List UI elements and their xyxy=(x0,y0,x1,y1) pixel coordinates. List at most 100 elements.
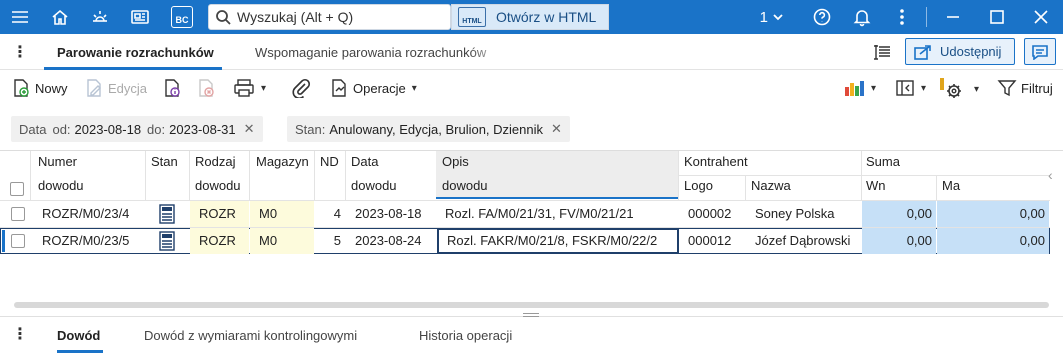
col-header-nd[interactable]: ND xyxy=(320,154,339,169)
chat-button[interactable] xyxy=(1024,38,1056,65)
bc-icon[interactable]: BC xyxy=(162,0,202,34)
scroll-left-icon[interactable]: ‹ xyxy=(1048,167,1053,183)
menu-icon[interactable] xyxy=(0,0,40,34)
share-button[interactable]: Udostępnij xyxy=(905,38,1015,65)
col-header-opis[interactable]: Opis xyxy=(442,154,469,169)
cell-magazyn[interactable]: M0 xyxy=(250,228,314,254)
news-icon[interactable] xyxy=(120,0,160,34)
toolbar: Nowy Edycja ▾ Operacje ▾ ▾ ▾ ▾ Filtruj xyxy=(0,70,1063,108)
cell-nazwa: Soney Polska xyxy=(755,206,835,221)
table-row[interactable]: ROZR/M0/23/5 ROZR M0 5 2023-08-24 Rozl. … xyxy=(0,228,1063,254)
bell-icon[interactable] xyxy=(842,0,882,34)
print-button[interactable]: ▾ xyxy=(233,78,266,98)
new-button[interactable]: Nowy xyxy=(11,78,68,98)
cell-data: 2023-08-24 xyxy=(355,233,422,248)
cell-opis[interactable]: Rozl. FA/M0/21/31, FV/M0/21/21 xyxy=(445,201,677,227)
row-checkbox[interactable] xyxy=(11,234,25,248)
col-header-logo[interactable]: Logo xyxy=(684,178,713,193)
funnel-icon xyxy=(997,80,1017,97)
delete-document-button[interactable] xyxy=(196,78,216,98)
operations-button[interactable]: Operacje ▾ xyxy=(329,78,417,98)
col-header-numer-dowodu[interactable]: dowodu xyxy=(38,178,84,193)
status-filter-pill[interactable]: Stan: Anulowany, Edycja, Brulion, Dzienn… xyxy=(287,116,570,142)
edit-document-icon xyxy=(87,79,101,97)
info-document-button[interactable] xyxy=(162,78,182,98)
cell-logo: 000012 xyxy=(688,233,732,248)
company-selector[interactable]: 1 xyxy=(760,9,784,26)
tab-parowanie-rozrachunkow[interactable]: Parowanie rozrachunków xyxy=(57,45,214,60)
attachment-button[interactable] xyxy=(291,78,311,98)
date-filter-pill[interactable]: Data od: 2023-08-18 do: 2023-08-31 ✕ xyxy=(11,116,263,142)
status-filter-label: Stan: xyxy=(295,121,326,137)
date-filter-close-icon[interactable]: ✕ xyxy=(244,121,255,137)
active-detail-tab-underline xyxy=(57,350,103,353)
bar-chart-icon xyxy=(845,81,864,96)
detail-tabs: ⋮ Dowód Dowód z wymiarami kontrolingowym… xyxy=(0,318,1063,358)
col-header-rodzaj-dowodu[interactable]: dowodu xyxy=(195,178,241,193)
minimize-icon[interactable] xyxy=(931,0,975,34)
settings-button[interactable]: ▾ xyxy=(940,78,979,100)
filter-button[interactable]: Filtruj xyxy=(997,78,1053,98)
tab-dowod-wymiary[interactable]: Dowód z wymiarami kontrolingowymi xyxy=(144,328,357,343)
col-header-data-dowodu[interactable]: dowodu xyxy=(351,178,397,193)
col-header-ma[interactable]: Ma xyxy=(942,178,960,193)
col-header-nazwa[interactable]: Nazwa xyxy=(751,178,791,193)
edit-button[interactable]: Edycja xyxy=(84,78,147,98)
horizontal-scrollbar[interactable] xyxy=(14,302,1049,308)
header-group-line xyxy=(678,175,1050,176)
bc-badge: BC xyxy=(171,6,193,28)
detail-kebab-icon[interactable]: ⋮ xyxy=(12,324,28,344)
sun-icon[interactable] xyxy=(80,0,120,34)
cell-ma: 0,00 xyxy=(937,228,1049,254)
table-row[interactable]: ROZR/M0/23/4 ROZR M0 4 2023-08-18 Rozl. … xyxy=(0,201,1063,227)
cell-opis-active[interactable]: Rozl. FAKR/M0/21/8, FSKR/M0/22/2 xyxy=(437,228,679,254)
tab-historia-operacji[interactable]: Historia operacji xyxy=(419,328,512,343)
col-header-magazyn[interactable]: Magazyn xyxy=(256,154,309,169)
help-icon[interactable] xyxy=(802,0,842,34)
col-header-kontrahent[interactable]: Kontrahent xyxy=(684,154,748,169)
cell-magazyn[interactable]: M0 xyxy=(250,201,314,227)
title-bar: BC Wyszukaj (Alt + Q) HTML Otwórz w HTML… xyxy=(0,0,1063,34)
cell-rodzaj[interactable]: ROZR xyxy=(190,201,249,227)
new-document-icon xyxy=(14,79,29,97)
close-icon[interactable] xyxy=(1019,0,1063,34)
more-icon[interactable] xyxy=(882,0,922,34)
home-icon[interactable] xyxy=(40,0,80,34)
select-all-checkbox[interactable] xyxy=(10,182,24,196)
search-input[interactable]: Wyszukaj (Alt + Q) xyxy=(208,4,451,30)
status-filter-close-icon[interactable]: ✕ xyxy=(551,121,562,137)
status-filter-value: Anulowany, Edycja, Brulion, Dziennik xyxy=(329,121,544,137)
kebab-menu-icon[interactable]: ⋮ xyxy=(12,42,28,62)
col-header-opis-dowodu[interactable]: dowodu xyxy=(442,178,488,193)
col-header-stan[interactable]: Stan xyxy=(151,154,178,169)
chart-button[interactable]: ▾ xyxy=(843,78,876,98)
col-separator xyxy=(30,151,31,201)
date-to-value: 2023-08-31 xyxy=(169,121,236,137)
tab-wspomaganie-parowania[interactable]: Wspomaganie parowania rozrachunków xyxy=(255,45,503,60)
cell-nd: 4 xyxy=(333,206,341,221)
cell-logo: 000002 xyxy=(688,206,732,221)
titlebar-right: 1 xyxy=(760,0,1063,34)
layout-button[interactable]: ▾ xyxy=(895,78,926,98)
cell-data: 2023-08-18 xyxy=(355,206,422,221)
edit-label: Edycja xyxy=(108,80,148,96)
page-tabs: ⋮ Parowanie rozrachunków Wspomaganie par… xyxy=(0,34,1063,70)
splitter-handle-icon[interactable] xyxy=(523,313,539,317)
cell-rodzaj[interactable]: ROZR xyxy=(190,228,249,254)
new-label: Nowy xyxy=(35,80,68,96)
col-header-rodzaj[interactable]: Rodzaj xyxy=(195,154,235,169)
search-icon xyxy=(216,10,231,25)
open-in-html-button[interactable]: HTML Otwórz w HTML xyxy=(451,4,609,30)
cell-numer: ROZR/M0/23/4 xyxy=(42,206,130,221)
list-settings-icon[interactable] xyxy=(872,43,892,61)
cell-nazwa: Józef Dąbrowski xyxy=(755,233,851,248)
col-header-suma[interactable]: Suma xyxy=(866,154,900,169)
paperclip-icon xyxy=(292,78,311,98)
tab-dowod[interactable]: Dowód xyxy=(57,328,100,343)
col-header-wn[interactable]: Wn xyxy=(866,178,886,193)
col-header-numer[interactable]: Numer xyxy=(38,154,77,169)
panel-toggle-icon xyxy=(896,80,914,96)
maximize-icon[interactable] xyxy=(975,0,1019,34)
row-checkbox[interactable] xyxy=(11,207,25,221)
col-header-data[interactable]: Data xyxy=(351,154,378,169)
